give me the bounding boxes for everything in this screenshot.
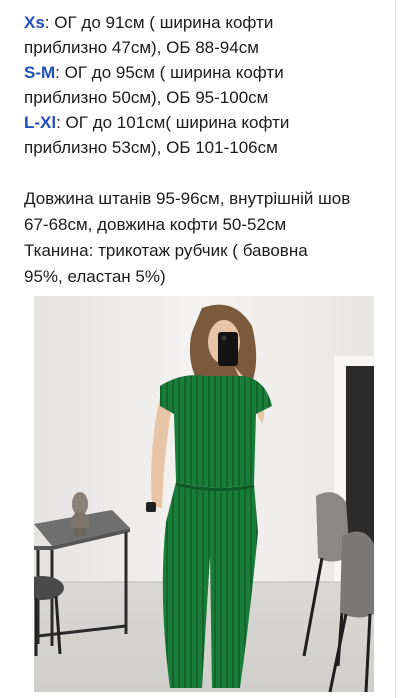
size-sm-text-1: : ОГ до 95см ( ширина кофти <box>55 63 284 82</box>
details-line-1: Довжина штанів 95-96см, внутрішній шов <box>24 189 351 208</box>
size-lxl-text-1: : ОГ до 101см( ширина кофти <box>56 113 290 132</box>
product-photo-illustration <box>34 296 374 692</box>
size-sm-line-2: приблизно 50см), ОБ 95-100см <box>24 88 269 107</box>
product-details: Довжина штанів 95-96см, внутрішній шов 6… <box>24 186 394 290</box>
size-xs-line-2: приблизно 47см), ОБ 88-94см <box>24 38 259 57</box>
details-line-3: Тканина: трикотаж рубчик ( бавовна <box>24 241 308 260</box>
phone <box>218 332 238 366</box>
size-sm-line-1: S-M: ОГ до 95см ( ширина кофти <box>24 60 394 85</box>
details-line-4: 95%, еластан 5%) <box>24 267 166 286</box>
size-lxl-line-2: приблизно 53см), ОБ 101-106см <box>24 138 278 157</box>
size-xs-line-1: Xs: ОГ до 91см ( ширина кофти <box>24 10 394 35</box>
size-chart: Xs: ОГ до 91см ( ширина кофти приблизно … <box>24 10 394 160</box>
size-xs-text-1: : ОГ до 91см ( ширина кофти <box>44 13 274 32</box>
edge-divider <box>395 0 396 698</box>
product-photo[interactable] <box>34 296 374 692</box>
details-line-2: 67-68см, довжина кофти 50-52см <box>24 215 287 234</box>
size-lxl-line-1: L-Xl: ОГ до 101см( ширина кофти <box>24 110 394 135</box>
size-label-lxl: L-Xl <box>24 113 57 132</box>
size-label-xs: Xs <box>24 13 45 32</box>
size-label-sm: S-M <box>24 63 56 82</box>
